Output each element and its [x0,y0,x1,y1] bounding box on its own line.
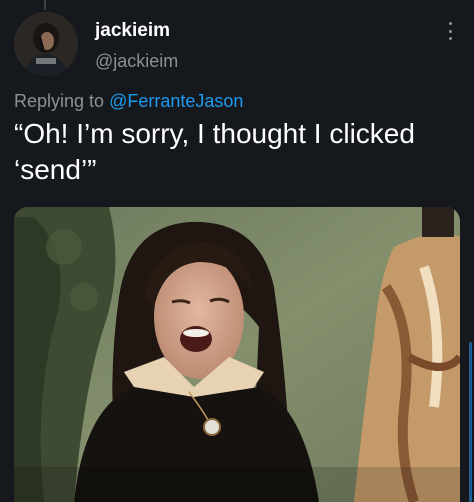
more-vertical-icon-dot [448,29,452,33]
avatar[interactable] [14,12,78,76]
author-handle[interactable]: @jackieim [95,51,178,72]
replying-to-line: Replying to @FerranteJason [14,91,243,112]
replying-to-label: Replying to [14,91,105,111]
more-vertical-icon [448,22,452,25]
photo-image [14,207,460,502]
scrollbar[interactable] [469,342,472,502]
author-display-name[interactable]: jackieim [95,20,170,42]
avatar-image [14,12,78,76]
thread-connector-line [44,0,46,10]
more-vertical-icon-dot [448,37,452,40]
more-options-button[interactable] [440,20,460,42]
reply-mention-link[interactable]: @FerranteJason [109,91,243,111]
tweet-media-photo[interactable] [14,207,460,502]
tweet-text: “Oh! I’m sorry, I thought I clicked ‘sen… [14,118,415,185]
